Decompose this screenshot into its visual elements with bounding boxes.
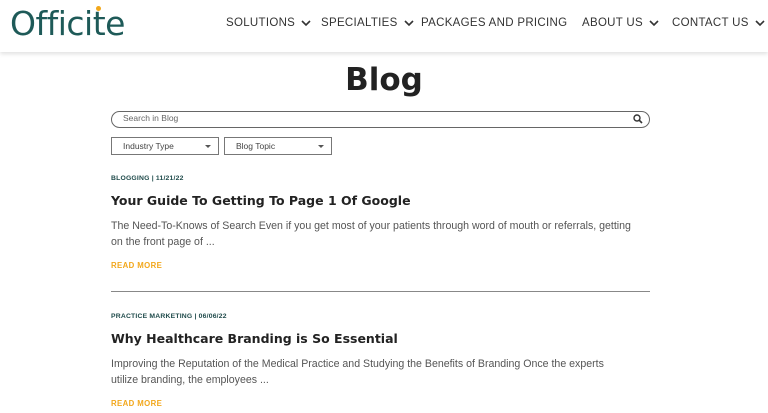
excerpt-line: Improving the Reputation of the Medical … [111, 358, 604, 370]
post-excerpt: Improving the Reputation of the Medical … [111, 357, 656, 388]
excerpt-line: utilize branding, the employees ... [111, 373, 269, 386]
read-more-link[interactable]: READ MORE [111, 399, 162, 408]
search-placeholder: Search in Blog [123, 113, 179, 123]
read-more-link[interactable]: READ MORE [111, 261, 162, 270]
post-meta: PRACTICE MARKETING | 06/06/22 [111, 313, 227, 320]
industry-type-select[interactable]: Industry Type [111, 137, 219, 155]
nav-contact-us[interactable]: CONTACT US [672, 17, 765, 29]
excerpt-line: on the front page of ... [111, 235, 215, 248]
nav-label: SOLUTIONS [226, 17, 296, 29]
blog-topic-select[interactable]: Blog Topic [224, 137, 332, 155]
post-meta: BLOGGING | 11/21/22 [111, 175, 184, 182]
logo-text: Officite [10, 4, 125, 43]
excerpt-line: The Need-To-Knows of Search Even if you … [111, 220, 631, 232]
nav-label: CONTACT US [672, 17, 749, 29]
nav-about-us[interactable]: ABOUT US [582, 17, 659, 29]
chevron-down-icon [301, 19, 311, 26]
nav-solutions[interactable]: SOLUTIONS [226, 17, 311, 29]
select-label: Industry Type [123, 141, 174, 151]
nav-label: SPECIALTIES [321, 17, 398, 29]
chevron-down-icon [649, 19, 659, 26]
nav-label: PACKAGES AND PRICING [421, 17, 568, 29]
search-input[interactable]: Search in Blog [111, 111, 650, 128]
post-title[interactable]: Your Guide To Getting To Page 1 Of Googl… [111, 193, 411, 208]
chevron-down-icon [404, 19, 414, 26]
logo[interactable]: Officite [10, 4, 125, 44]
logo-dot-icon [96, 6, 101, 11]
chevron-down-icon [755, 19, 765, 26]
post-title[interactable]: Why Healthcare Branding is So Essential [111, 331, 398, 346]
search-icon[interactable] [633, 114, 643, 124]
site-header: Officite SOLUTIONS SPECIALTIES PACKAGES … [0, 0, 768, 52]
page-title: Blog [345, 62, 423, 98]
caret-down-icon [205, 145, 211, 148]
nav-packages-and-pricing[interactable]: PACKAGES AND PRICING [421, 17, 567, 29]
divider [111, 291, 650, 292]
post-excerpt: The Need-To-Knows of Search Even if you … [111, 219, 656, 250]
nav-specialties[interactable]: SPECIALTIES [321, 17, 414, 29]
caret-down-icon [318, 145, 324, 148]
select-label: Blog Topic [236, 141, 276, 151]
nav-label: ABOUT US [582, 17, 643, 29]
